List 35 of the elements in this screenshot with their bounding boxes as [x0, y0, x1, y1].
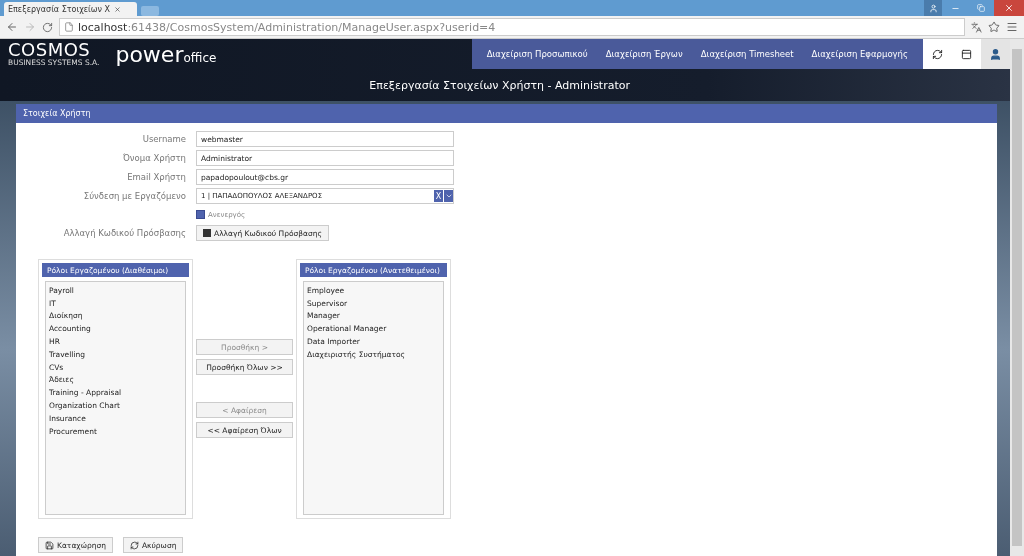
window-icon[interactable] — [961, 48, 972, 60]
save-icon — [45, 540, 54, 550]
user-icon[interactable] — [989, 47, 1002, 61]
refresh-icon — [129, 540, 139, 550]
translate-icon[interactable] — [971, 21, 982, 33]
field-label: Email Χρήστη — [126, 172, 186, 182]
restore-icon[interactable] — [977, 4, 985, 12]
square-icon — [203, 229, 211, 237]
browser-tab[interactable]: Επεξεργασία Στοιχείων Χ — [4, 2, 137, 16]
field-label: Όνομα Χρήστη — [121, 153, 186, 163]
scrollbar[interactable] — [1010, 39, 1024, 556]
chevron-icon — [444, 192, 453, 200]
panel-title: Στοιχεία Χρήστη — [16, 104, 997, 123]
page-title: Επεξεργασία Στοιχείων Χρήστη - Administrator — [368, 77, 631, 94]
checkbox[interactable] — [196, 210, 205, 219]
product-logo: poweroffice — [115, 41, 217, 67]
refresh-icon[interactable] — [932, 48, 943, 60]
nav-link[interactable]: Διαχείριση Timesheet — [691, 49, 803, 59]
dropdown-button[interactable] — [444, 190, 453, 202]
close-icon[interactable] — [114, 5, 121, 13]
menu-icon[interactable] — [1006, 21, 1018, 33]
nav-link[interactable]: Διαχείριση Προσωπικού — [477, 49, 597, 59]
star-icon[interactable] — [988, 21, 1000, 33]
back-icon[interactable] — [6, 21, 18, 33]
page-icon — [64, 22, 74, 32]
nav-link[interactable]: Διαχείριση Εφαρμογής — [802, 49, 917, 59]
field-label: Username — [141, 134, 186, 144]
reload-icon[interactable] — [42, 21, 53, 33]
address-bar[interactable]: localhost:61438/CosmosSystem/Administration/ManageUser.aspx?userid=4 — [59, 18, 965, 36]
clear-button[interactable]: X — [434, 190, 443, 202]
field-label: Σύνδεση με Εργαζόμενο — [82, 191, 186, 201]
user-icon[interactable] — [928, 3, 938, 13]
nav-link[interactable]: Διαχείριση Έργων — [596, 49, 692, 59]
close-icon[interactable] — [1004, 3, 1014, 13]
field-label: Αλλαγή Κωδικού Πρόσβασης — [62, 228, 186, 238]
